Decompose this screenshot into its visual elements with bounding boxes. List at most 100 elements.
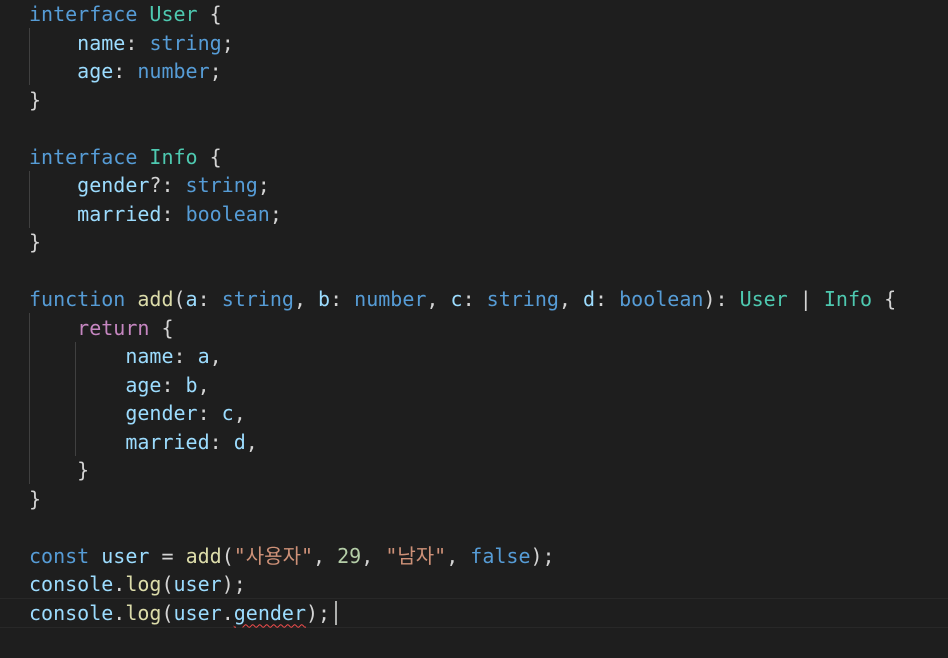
code-token: number bbox=[137, 59, 210, 83]
code-token: gender bbox=[77, 173, 150, 197]
code-line[interactable]: married: d, bbox=[29, 428, 948, 457]
code-line[interactable]: const user = add("사용자", 29, "남자", false)… bbox=[29, 542, 948, 571]
code-token: log bbox=[125, 572, 162, 596]
code-token: ; bbox=[257, 173, 270, 197]
code-line[interactable]: name: a, bbox=[29, 342, 948, 371]
code-token: c bbox=[450, 287, 463, 311]
code-token: : bbox=[197, 287, 222, 311]
code-token: : bbox=[462, 287, 487, 311]
code-line[interactable] bbox=[29, 257, 948, 286]
code-token: ( bbox=[161, 572, 174, 596]
code-token: string bbox=[149, 30, 222, 55]
code-token: | bbox=[787, 287, 824, 311]
code-line[interactable] bbox=[29, 513, 948, 542]
code-token: , bbox=[197, 372, 210, 397]
code-token: . bbox=[113, 572, 126, 596]
code-token: } bbox=[29, 230, 42, 254]
code-token: ): bbox=[703, 287, 740, 311]
code-token: a bbox=[185, 287, 198, 311]
code-line[interactable]: gender: c, bbox=[29, 399, 948, 428]
code-line[interactable]: interface Info { bbox=[29, 143, 948, 172]
code-token: { bbox=[149, 315, 174, 340]
code-token: User bbox=[739, 287, 788, 311]
code-token: age bbox=[125, 372, 162, 397]
code-token: string bbox=[185, 173, 258, 197]
code-token: . bbox=[113, 600, 126, 625]
code-token: gender bbox=[125, 401, 198, 425]
code-token: } bbox=[29, 87, 42, 112]
code-token: : bbox=[197, 401, 222, 425]
code-line[interactable]: name: string; bbox=[29, 29, 948, 58]
code-token: c bbox=[221, 401, 234, 425]
code-token: , bbox=[209, 344, 222, 368]
code-token: . bbox=[221, 600, 234, 625]
code-token: ; bbox=[221, 30, 234, 55]
code-token: User bbox=[149, 2, 198, 26]
code-token: : bbox=[125, 30, 150, 55]
code-token: = bbox=[149, 543, 186, 568]
code-token: interface bbox=[29, 2, 138, 26]
code-token: : bbox=[330, 287, 355, 311]
code-token: 29 bbox=[337, 543, 362, 568]
code-token: user bbox=[173, 600, 222, 625]
code-token: { bbox=[197, 2, 222, 26]
code-token: ); bbox=[530, 543, 555, 568]
code-token: , bbox=[245, 429, 258, 454]
code-editor[interactable]: interface User { name: string; age: numb… bbox=[0, 0, 948, 658]
code-line[interactable]: age: number; bbox=[29, 57, 948, 86]
code-token: : bbox=[161, 372, 186, 397]
code-line[interactable]: interface User { bbox=[29, 0, 948, 29]
code-line[interactable]: } bbox=[29, 485, 948, 514]
code-token: Info bbox=[823, 287, 873, 311]
code-token: user bbox=[101, 543, 150, 568]
code-line[interactable]: console.log(user.gender); bbox=[29, 599, 948, 628]
code-token: b bbox=[318, 287, 331, 311]
code-token: { bbox=[872, 287, 897, 311]
code-line[interactable]: married: boolean; bbox=[29, 200, 948, 229]
code-token: , bbox=[293, 287, 319, 311]
code-token: , bbox=[446, 543, 471, 568]
code-token: string bbox=[221, 287, 294, 311]
code-line[interactable]: age: b, bbox=[29, 371, 948, 400]
code-line[interactable]: return { bbox=[29, 314, 948, 343]
code-token: boolean bbox=[619, 287, 704, 311]
code-line[interactable]: } bbox=[29, 456, 948, 485]
code-token: "남자" bbox=[385, 543, 447, 568]
code-token: : bbox=[161, 201, 186, 226]
code-line[interactable]: function add(a: string, b: number, c: st… bbox=[29, 285, 948, 314]
code-token: user bbox=[173, 572, 222, 596]
code-token: : bbox=[209, 429, 234, 454]
code-token: add bbox=[137, 287, 174, 311]
code-token: false bbox=[470, 543, 531, 568]
code-token: d bbox=[233, 429, 246, 454]
code-token: boolean bbox=[185, 201, 270, 226]
code-token: return bbox=[77, 315, 150, 340]
code-token: console bbox=[29, 572, 114, 596]
code-token: } bbox=[77, 458, 90, 482]
code-token: Info bbox=[149, 144, 198, 169]
code-token: , bbox=[426, 287, 451, 311]
code-token: add bbox=[185, 543, 222, 568]
text-cursor bbox=[335, 601, 337, 625]
code-token: ; bbox=[269, 201, 282, 226]
code-token: { bbox=[197, 144, 222, 169]
code-line[interactable]: gender?: string; bbox=[29, 171, 948, 200]
code-line[interactable]: } bbox=[29, 228, 948, 257]
code-token: log bbox=[125, 600, 162, 625]
code-line[interactable]: } bbox=[29, 86, 948, 115]
code-token: : bbox=[113, 59, 138, 83]
code-line[interactable]: console.log(user); bbox=[29, 570, 948, 599]
code-token: ( bbox=[173, 287, 186, 311]
code-token: age bbox=[77, 59, 114, 83]
code-line[interactable] bbox=[29, 114, 948, 143]
code-token: number bbox=[354, 287, 427, 311]
code-token: ); bbox=[221, 572, 246, 596]
